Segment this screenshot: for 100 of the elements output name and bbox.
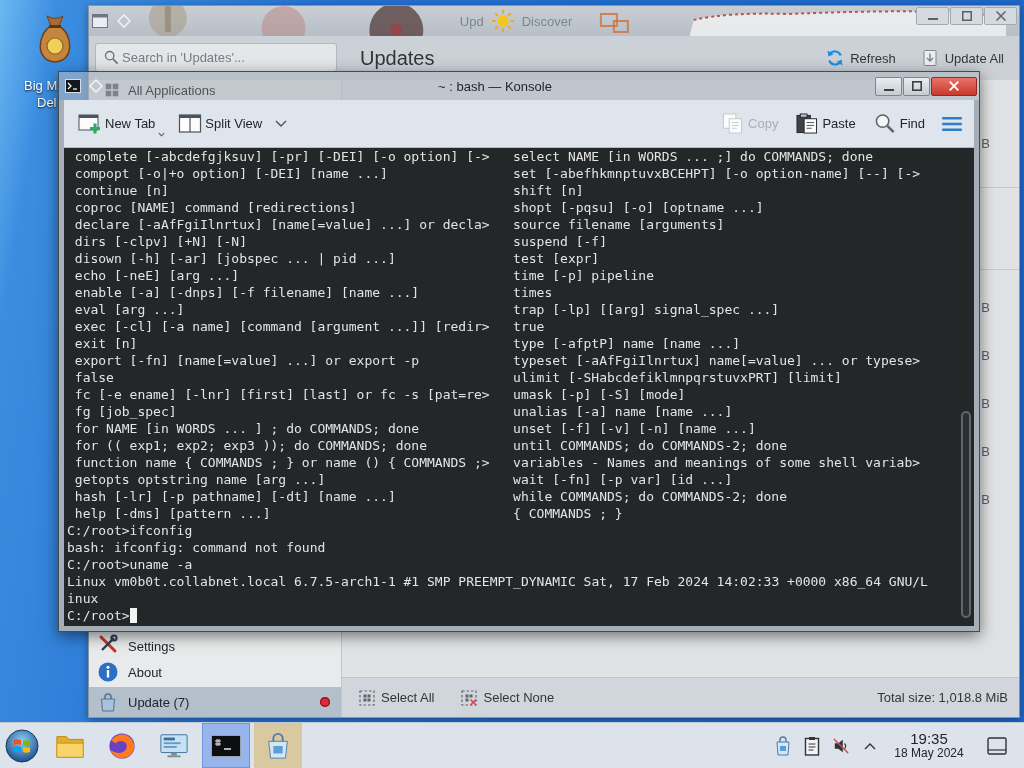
new-tab-button[interactable]: New Tab [78, 113, 166, 134]
swirl-icon [107, 731, 137, 760]
help-entry: unset [-f] [-v] [-n] [name ...] [513, 420, 756, 437]
help-entry: hash [-lr] [-p pathname] [-dt] [name ...] [74, 488, 396, 505]
size-text: B [981, 443, 990, 459]
close-icon [949, 81, 959, 91]
size-text: B [981, 299, 990, 315]
dotted-grid-icon [359, 689, 375, 706]
minimize-icon [927, 17, 938, 20]
sidebar-item[interactable]: All Applications [105, 80, 220, 100]
total-size-text: Total size: 1,018.8 MiB [877, 690, 1008, 705]
help-entry: trap [-lp] [[arg] signal_spec ...] [513, 301, 780, 318]
page-heading: Updates [360, 46, 435, 70]
sidebar-item[interactable]: Settings [89, 633, 341, 657]
maximize-button[interactable] [950, 7, 983, 25]
help-entry: exec [-cl] [-a name] [command [argument ...]] [redir> [74, 318, 490, 335]
help-entry: umask [-p] [-S] [mode] [513, 386, 686, 403]
help-entry: until COMMANDS; do COMMANDS-2; done [513, 437, 788, 454]
help-entry: fc [-e ename] [-lnr] [first] [last] or fc -s [pat=re> [74, 386, 490, 403]
split-panes-icon [178, 113, 203, 134]
maximize-icon [961, 11, 972, 21]
update-all-button[interactable]: Update All [920, 49, 1004, 67]
dropdown-button[interactable] [275, 120, 288, 127]
maximize-icon [911, 81, 922, 91]
help-entry: suspend [-f] [513, 233, 607, 250]
terminal-line: Linux vm0b0t.collabnet.local 6.7.5-arch1-1 #1 SMP PREEMPT_DYNAMIC Sat, 17 Feb 2024 14:02:33 +0000 x86_64 GNU/L [67, 573, 928, 590]
help-entry: for (( exp1; exp2; exp3 )); do COMMANDS; done [74, 437, 427, 454]
terminal-line: bash: ifconfig: command not found [67, 539, 326, 556]
help-entry: shift [n] [513, 182, 584, 199]
size-text: B [981, 395, 990, 411]
help-entry: coproc [NAME] command [redirections] [74, 199, 357, 216]
window-title: ~ : bash — Konsole [438, 78, 552, 94]
select-none-button[interactable]: Select None [461, 689, 555, 706]
help-entry: help [-dms] [pattern ...] [74, 505, 271, 522]
scrollbar-thumb[interactable] [961, 411, 971, 618]
download-icon [920, 49, 939, 67]
help-entry: getopts optstring name [arg ...] [74, 471, 326, 488]
window-icon[interactable] [92, 14, 108, 28]
help-entry: false [74, 369, 114, 386]
terminal-area[interactable] [64, 148, 974, 626]
sidebar-item[interactable]: About [89, 657, 341, 687]
sun-icon [491, 10, 514, 32]
help-entry: true [513, 318, 545, 335]
help-entry: exit [n] [74, 335, 138, 352]
help-entry: dirs [-clpv] [+N] [-N] [74, 233, 247, 250]
help-entry: variables - Names and meanings of some shell variab> [513, 454, 921, 471]
size-text: B [981, 347, 990, 363]
sidebar-item[interactable]: Update (7) [89, 687, 341, 717]
shopping-bag-icon [775, 735, 791, 756]
close-button[interactable] [984, 7, 1017, 25]
menu-button[interactable] [942, 115, 962, 132]
monitor-icon [159, 731, 189, 760]
paste-button[interactable]: Paste [795, 113, 856, 134]
info-icon [98, 662, 118, 682]
terminal-icon[interactable] [65, 79, 81, 93]
help-entry: compopt [-o|+o option] [-DEI] [name ...] [74, 165, 388, 182]
help-entry: source filename [arguments] [513, 216, 725, 233]
help-entry: fg [job_spec] [74, 403, 177, 420]
help-entry: eval [arg ...] [74, 301, 185, 318]
find-button[interactable]: Find [872, 113, 925, 134]
help-entry: shopt [-pqsu] [-o] [optname ...] [513, 199, 764, 216]
dotted-grid-cross-icon [461, 689, 478, 706]
size-text: B [981, 491, 990, 507]
caret-up-icon [864, 741, 876, 750]
clipboard-icon [804, 735, 820, 756]
start-menu-icon [5, 728, 39, 763]
show-desktop-icon [987, 736, 1007, 755]
help-entry: continue [n] [74, 182, 169, 199]
help-entry: test [expr] [513, 250, 600, 267]
refresh-icon [826, 49, 845, 67]
close-icon [995, 11, 1006, 21]
grid-icon [105, 83, 119, 97]
search-field[interactable]: Search in 'Updates'... [95, 43, 337, 72]
split-view-button[interactable]: Split View [178, 113, 263, 134]
clipboard-icon [795, 113, 820, 134]
help-entry: time [-p] pipeline [513, 267, 654, 284]
help-entry: echo [-neE] [arg ...] [74, 267, 240, 284]
window-plus-icon [78, 113, 102, 134]
clock-date[interactable]: 18 May 2024 [894, 747, 964, 761]
help-entry: complete [-abcdefgjksuv] [-pr] [-DEI] [-o option] [-> [74, 148, 490, 165]
help-entry: while COMMANDS; do COMMANDS-2; done [513, 488, 788, 505]
help-entry: enable [-a] [-dnps] [-f filename] [name ...] [74, 284, 420, 301]
refresh-button[interactable]: Refresh [826, 49, 896, 67]
terminal-line: C:/root> [67, 607, 130, 624]
window-title: Upd [459, 13, 484, 29]
help-entry: ulimit [-SHabcdefiklmnpqrstuvxPRT] [limit] [513, 369, 842, 386]
terminal-line: inux [67, 590, 99, 607]
help-entry: wait [-fn] [-p var] [id ...] [513, 471, 733, 488]
help-entry: { COMMANDS ; } [513, 505, 623, 522]
taskbar-button[interactable] [202, 723, 250, 768]
clock-time[interactable]: 19:35 [910, 730, 948, 748]
select-all-button[interactable]: Select All [359, 689, 435, 706]
help-entry: disown [-h] [-ar] [jobspec ... | pid ...] [74, 250, 396, 267]
speaker-muted-icon [833, 735, 849, 756]
help-entry: for NAME [in WORDS ... ] ; do COMMANDS; done [74, 420, 420, 437]
terminal-line: C:/root>uname -a [67, 556, 193, 573]
help-entry: type [-afptP] name [name ...] [513, 335, 741, 352]
help-entry: declare [-aAfFgiIlnrtux] [name[=value] ...] or decla> [74, 216, 490, 233]
help-entry: select NAME [in WORDS ... ;] do COMMANDS; done [513, 148, 874, 165]
minimize-button[interactable] [916, 7, 949, 25]
